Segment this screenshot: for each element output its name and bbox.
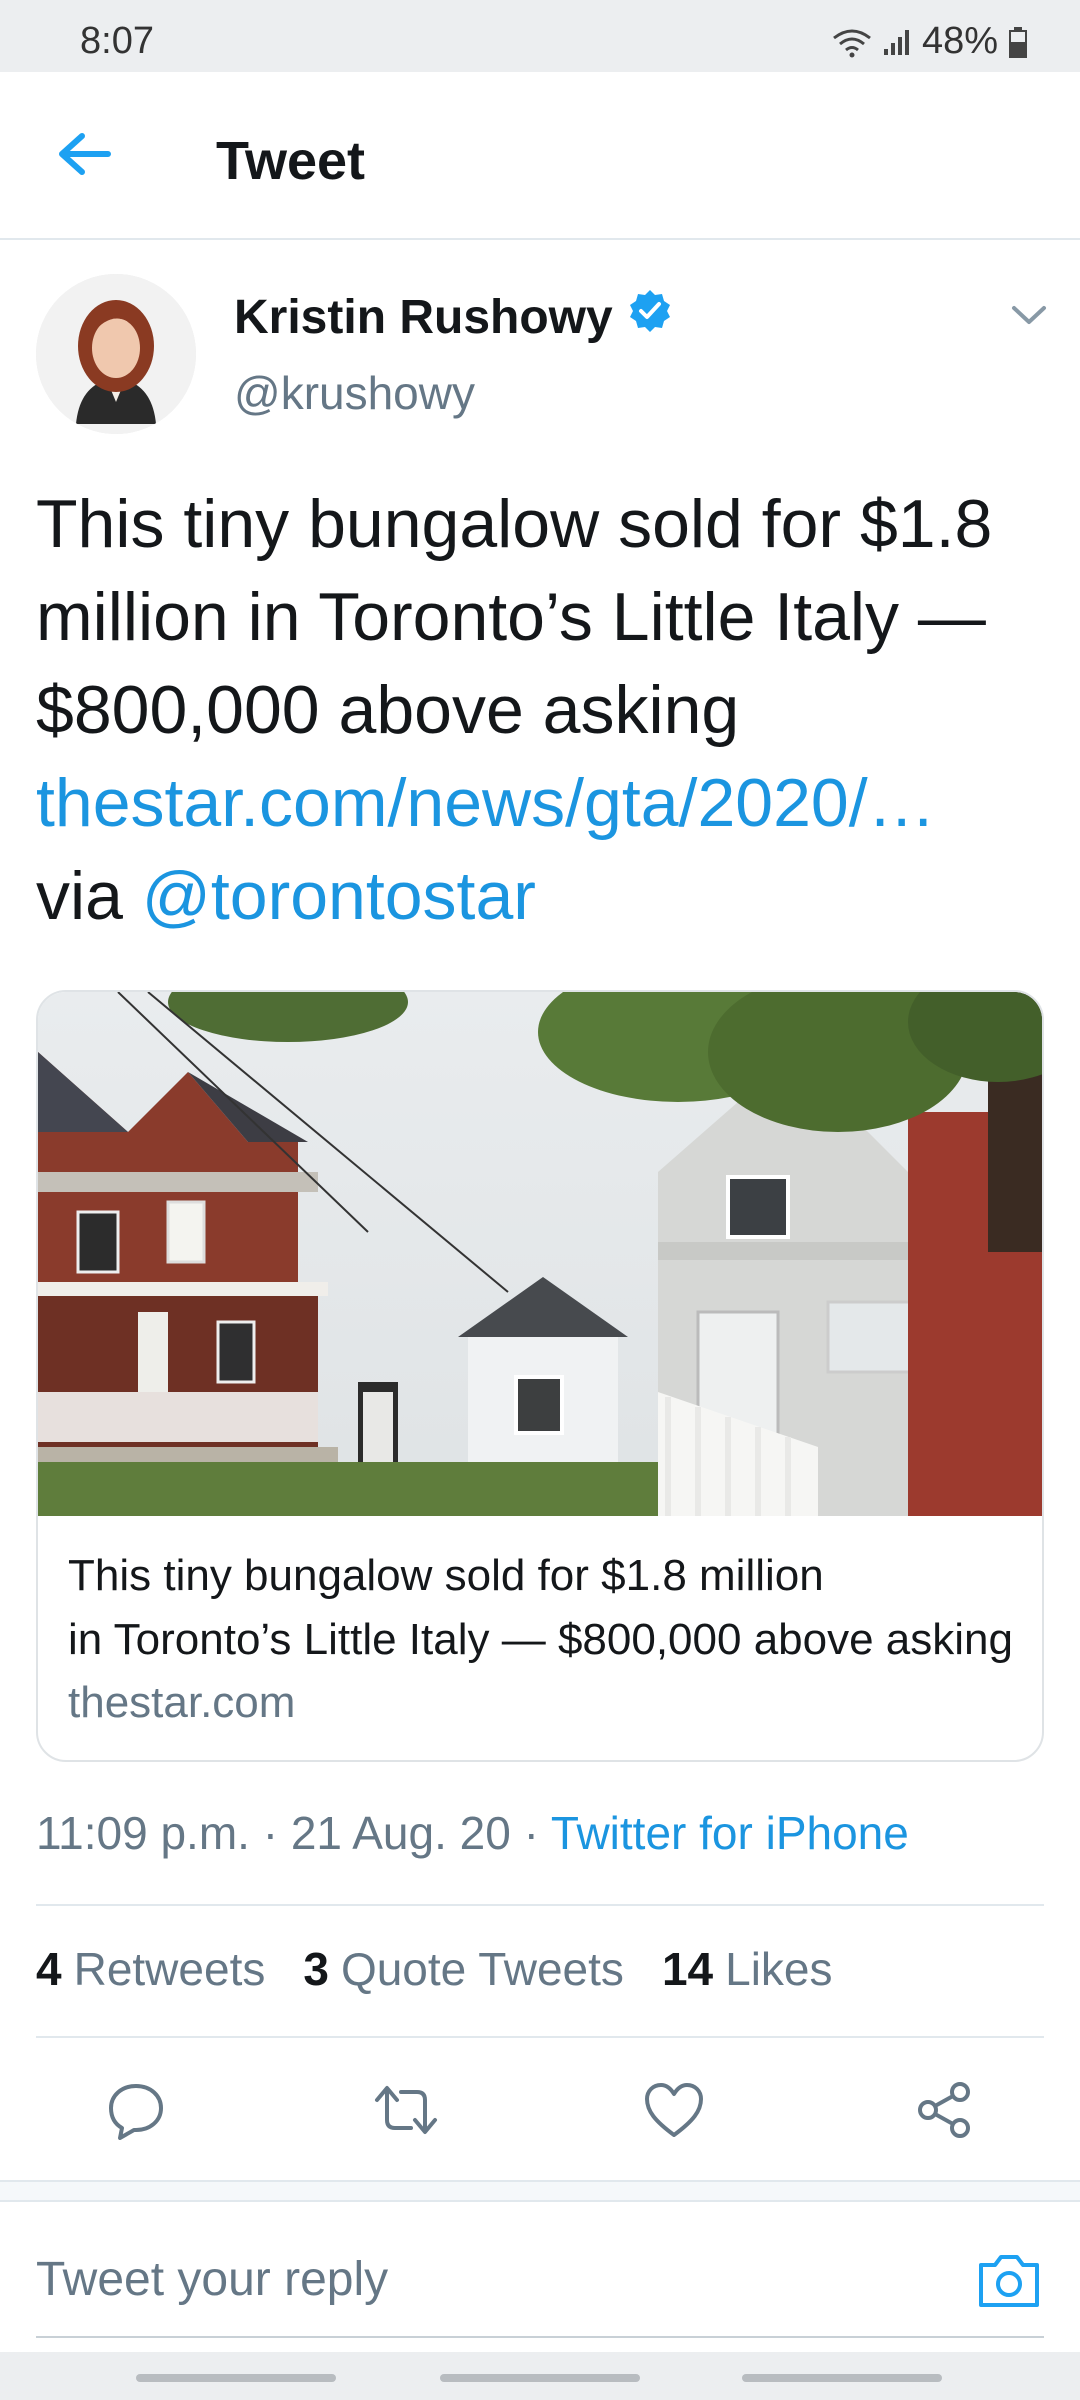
likes-stat[interactable]: 14 Likes: [662, 1942, 833, 1996]
signal-icon: [882, 27, 912, 57]
divider: [36, 1904, 1044, 1906]
link-card[interactable]: This tiny bungalow sold for $1.8 million…: [36, 990, 1044, 1762]
page-title: Tweet: [216, 131, 366, 191]
quote-tweets-stat[interactable]: 3 Quote Tweets: [303, 1942, 624, 1996]
like-button[interactable]: [634, 2072, 714, 2152]
tweet-source[interactable]: Twitter for iPhone: [551, 1807, 909, 1859]
tweet-stats: 4 Retweets 3 Quote Tweets 14 Likes: [36, 1942, 833, 1996]
retweets-label: Retweets: [73, 1943, 266, 1995]
tweet-date: 21 Aug. 20: [290, 1807, 511, 1859]
share-button[interactable]: [904, 2072, 984, 2152]
nav-home-button[interactable]: [440, 2374, 640, 2382]
status-time: 8:07: [80, 20, 154, 62]
verified-badge-icon: [627, 288, 673, 346]
reply-icon: [106, 2080, 166, 2145]
camera-button[interactable]: [974, 2250, 1044, 2314]
card-title-line2: in Toronto’s Little Italy — $800,000 abo…: [68, 1615, 1013, 1664]
retweets-stat[interactable]: 4 Retweets: [36, 1942, 265, 1996]
mention-link[interactable]: @torontostar: [142, 858, 536, 934]
reply-underline: [36, 2336, 1044, 2338]
battery-percent: 48%: [921, 20, 998, 62]
status-bar: 8:07 48%: [0, 0, 1080, 72]
tweet-link[interactable]: thestar.com/news/gta/2020/…: [36, 757, 1046, 850]
card-image: [38, 992, 1042, 1516]
retweets-count: 4: [36, 1943, 62, 1995]
status-indicators: 48%: [832, 20, 1028, 63]
meta-separator: ·: [510, 1807, 551, 1859]
reply-input[interactable]: Tweet your reply: [36, 2252, 388, 2307]
reply-button[interactable]: [96, 2072, 176, 2152]
back-button[interactable]: [52, 128, 116, 184]
card-title-line1: This tiny bungalow sold for $1.8 million: [68, 1551, 824, 1600]
avatar[interactable]: [36, 274, 196, 434]
system-nav-bar: [0, 2352, 1080, 2400]
nav-recents-button[interactable]: [136, 2374, 336, 2382]
quotes-label: Quote Tweets: [340, 1943, 624, 1995]
tweet-meta: 11:09 p.m. · 21 Aug. 20 · Twitter for iP…: [36, 1806, 909, 1860]
like-icon: [643, 2081, 705, 2144]
app-header: Tweet: [0, 72, 1080, 240]
camera-icon: [977, 2251, 1041, 2314]
reply-separator: [0, 2180, 1080, 2202]
card-title: This tiny bungalow sold for $1.8 million…: [68, 1544, 1028, 1672]
quotes-count: 3: [303, 1943, 329, 1995]
card-domain: thestar.com: [68, 1678, 296, 1727]
nav-back-button[interactable]: [742, 2374, 942, 2382]
tweet-menu-button[interactable]: [1010, 300, 1048, 330]
retweet-button[interactable]: [366, 2072, 446, 2152]
meta-separator: ·: [249, 1807, 291, 1859]
tweet-body: This tiny bungalow sold for $1.8 million…: [36, 486, 993, 748]
author-handle[interactable]: @krushowy: [234, 366, 475, 420]
share-icon: [914, 2080, 974, 2145]
author-name-text: Kristin Rushowy: [234, 290, 613, 344]
author-name[interactable]: Kristin Rushowy: [234, 288, 673, 346]
tweet-time: 11:09 p.m.: [36, 1807, 250, 1859]
likes-count: 14: [661, 1943, 714, 1995]
retweet-icon: [373, 2080, 439, 2145]
divider: [36, 2036, 1044, 2038]
likes-label: Likes: [725, 1943, 833, 1995]
wifi-icon: [832, 26, 872, 58]
via-text: via: [36, 858, 142, 934]
tweet-actions: [0, 2072, 1080, 2152]
chevron-down-icon: [1010, 306, 1048, 334]
tweet-text: This tiny bungalow sold for $1.8 million…: [36, 478, 1046, 943]
arrow-left-icon: [56, 130, 112, 183]
battery-icon: [1008, 26, 1028, 58]
